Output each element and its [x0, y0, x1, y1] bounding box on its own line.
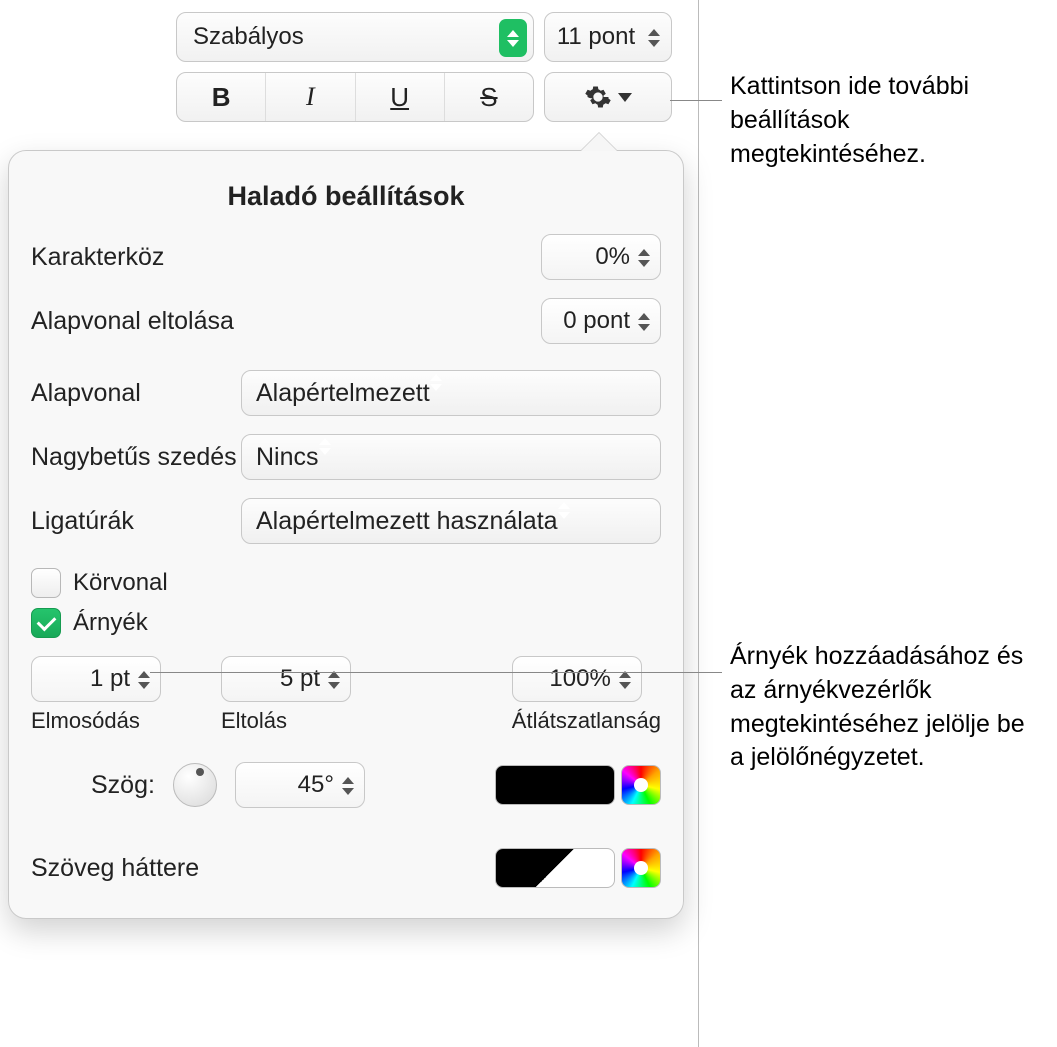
callout-shadow: Árnyék hozzáadásához és az árnyékvezérlő…: [730, 640, 1040, 775]
char-spacing-label: Karakterköz: [31, 243, 251, 272]
shadow-opacity-field[interactable]: 100%: [512, 656, 642, 702]
outline-label: Körvonal: [73, 569, 168, 597]
caps-label: Nagybetűs szedés: [31, 443, 241, 472]
underline-button[interactable]: U: [356, 73, 445, 121]
callout-line: [150, 672, 722, 673]
font-size-value: 11 pont: [557, 23, 635, 51]
shadow-angle-label: Szög:: [91, 771, 155, 800]
stepper-icon[interactable]: [133, 661, 155, 699]
char-spacing-field[interactable]: 0%: [541, 234, 661, 280]
stepper-icon[interactable]: [643, 19, 665, 57]
shadow-offset-field[interactable]: 5 pt: [221, 656, 351, 702]
shadow-offset-label: Eltolás: [221, 708, 287, 734]
vertical-divider: [698, 0, 699, 1047]
baseline-select[interactable]: Alapértelmezett: [241, 370, 661, 416]
shadow-angle-value: 45°: [298, 771, 334, 799]
stepper-icon[interactable]: [323, 661, 345, 699]
stepper-icon[interactable]: [633, 303, 655, 341]
font-style-value: Szabályos: [193, 23, 304, 51]
text-style-group: B I U S: [176, 72, 534, 122]
shadow-blur-field[interactable]: 1 pt: [31, 656, 161, 702]
popover-title: Haladó beállítások: [31, 181, 661, 212]
strikethrough-button[interactable]: S: [445, 73, 533, 121]
advanced-settings-popover: Haladó beállítások Karakterköz 0% Alapvo…: [8, 150, 684, 919]
chevron-updown-icon: [319, 438, 331, 476]
textbg-label: Szöveg háttere: [31, 854, 199, 883]
baseline-value: Alapértelmezett: [256, 379, 430, 408]
callout-line: [670, 100, 722, 101]
advanced-options-button[interactable]: [544, 72, 672, 122]
chevron-updown-icon: [558, 502, 570, 540]
ligatures-value: Alapértelmezett használata: [256, 507, 558, 536]
char-spacing-value: 0%: [595, 243, 630, 271]
chevron-updown-icon: [430, 374, 442, 412]
baseline-shift-field[interactable]: 0 pont: [541, 298, 661, 344]
shadow-offset-value: 5 pt: [280, 665, 320, 693]
shadow-opacity-value: 100%: [549, 665, 610, 693]
color-wheel-icon[interactable]: [621, 848, 661, 888]
shadow-opacity-label: Átlátszatlanság: [512, 708, 661, 734]
baseline-shift-value: 0 pont: [563, 307, 630, 335]
shadow-label: Árnyék: [73, 609, 148, 637]
shadow-angle-field[interactable]: 45°: [235, 762, 365, 808]
text-toolbar: Szabályos 11 pont B I U S: [176, 12, 672, 122]
textbg-color-swatch[interactable]: [495, 848, 615, 888]
color-wheel-icon[interactable]: [621, 765, 661, 805]
stepper-icon[interactable]: [337, 767, 359, 805]
font-style-select[interactable]: Szabályos: [176, 12, 534, 62]
ligatures-label: Ligatúrák: [31, 507, 241, 536]
shadow-blur-value: 1 pt: [90, 665, 130, 693]
baseline-label: Alapvonal: [31, 379, 241, 408]
chevron-down-icon: [618, 93, 632, 102]
shadow-checkbox[interactable]: [31, 608, 61, 638]
caps-value: Nincs: [256, 443, 319, 472]
caps-select[interactable]: Nincs: [241, 434, 661, 480]
font-size-select[interactable]: 11 pont: [544, 12, 672, 62]
stepper-icon[interactable]: [633, 239, 655, 277]
bold-button[interactable]: B: [177, 73, 266, 121]
shadow-blur-label: Elmosódás: [31, 708, 140, 734]
outline-checkbox[interactable]: [31, 568, 61, 598]
stepper-icon[interactable]: [614, 661, 636, 699]
ligatures-select[interactable]: Alapértelmezett használata: [241, 498, 661, 544]
gear-icon: [584, 83, 612, 111]
shadow-angle-dial[interactable]: [173, 763, 217, 807]
shadow-color-swatch[interactable]: [495, 765, 615, 805]
baseline-shift-label: Alapvonal eltolása: [31, 307, 251, 336]
chevron-updown-icon: [499, 19, 527, 57]
italic-button[interactable]: I: [266, 73, 355, 121]
callout-gear: Kattintson ide további beállítások megte…: [730, 70, 1030, 171]
